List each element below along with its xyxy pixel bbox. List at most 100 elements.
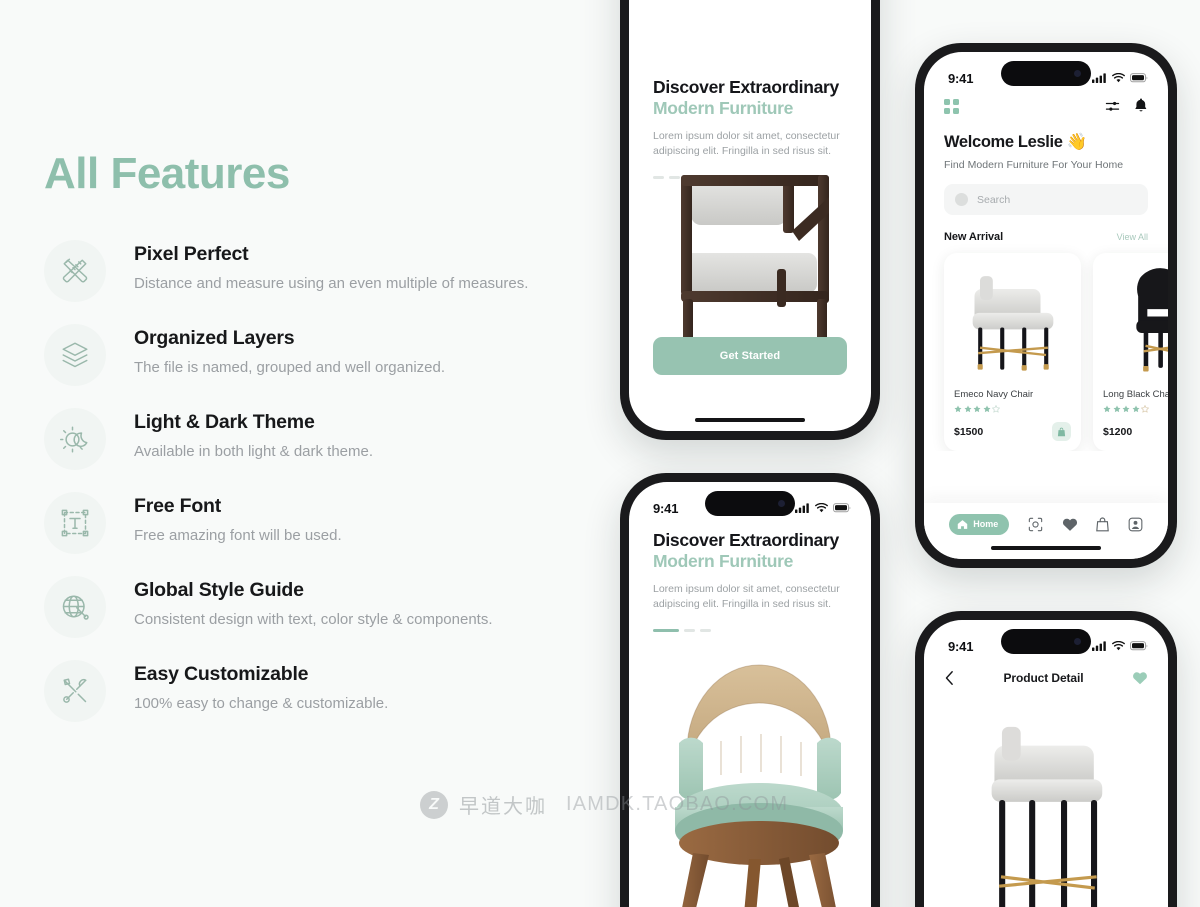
product-image-long-black-chair	[1103, 261, 1168, 381]
get-started-button[interactable]: Get Started	[653, 337, 847, 375]
phone-screen-product-detail: 9:41 Product Detail	[924, 620, 1168, 907]
home-indicator	[695, 417, 805, 422]
view-all-link[interactable]: View All	[1117, 232, 1148, 242]
heart-icon[interactable]	[1132, 671, 1148, 685]
star-filled-icon	[983, 405, 990, 413]
battery-icon	[833, 503, 851, 513]
dynamic-island	[705, 491, 795, 516]
feature-title: Global Style Guide	[134, 579, 304, 602]
heart-icon	[1062, 518, 1077, 531]
scan-icon	[1028, 517, 1043, 531]
status-time: 9:41	[653, 500, 679, 516]
status-time: 9:41	[948, 638, 974, 654]
phone-mockup-onboarding: 9:41 Discover Extraordinary Modern Furni…	[620, 0, 880, 440]
feature-title: Pixel Perfect	[134, 243, 249, 266]
tab-favorites[interactable]	[1062, 517, 1078, 532]
wifi-icon	[815, 503, 828, 513]
feature-text: Organized Layers The file is named, grou…	[134, 324, 445, 377]
status-icons	[1092, 73, 1148, 83]
feature-title: Organized Layers	[134, 327, 295, 350]
text-frame-icon	[44, 492, 106, 555]
globe-icon	[44, 576, 106, 639]
phone-screen-home: 9:41 Welcome Leslie 👋 Find Modern Furnit…	[924, 52, 1168, 559]
battery-icon	[1130, 73, 1148, 83]
home-body: Welcome Leslie 👋 Find Modern Furniture F…	[924, 52, 1168, 559]
sliders-icon[interactable]	[1105, 99, 1120, 114]
profile-icon	[1128, 517, 1143, 531]
discover-heading: Discover Extraordinary Modern Furniture	[653, 530, 847, 573]
grid-dots-icon[interactable]	[944, 98, 959, 114]
dynamic-island	[1001, 61, 1091, 86]
bell-icon[interactable]	[1134, 98, 1148, 114]
add-to-bag-button[interactable]	[1052, 422, 1071, 441]
discover-copy: Discover Extraordinary Modern Furniture …	[653, 530, 847, 633]
product-price: $1500	[954, 425, 984, 438]
star-filled-icon	[1122, 405, 1130, 413]
onboarding-heading-line2: Modern Furniture	[653, 98, 794, 119]
cellular-icon	[795, 503, 809, 513]
feature-title: Light & Dark Theme	[134, 411, 315, 434]
feature-description: Available in both light & dark theme.	[134, 442, 374, 460]
onboarding-body: Discover Extraordinary Modern Furniture …	[629, 0, 871, 431]
product-footer: $1500	[954, 422, 1071, 441]
pagination-dots[interactable]	[653, 629, 847, 633]
tab-cart[interactable]	[1096, 516, 1109, 532]
tab-home-label: Home	[973, 519, 999, 529]
onboarding-heading-line1: Discover Extraordinary	[653, 77, 839, 97]
status-icons	[1092, 641, 1148, 651]
page-title: Product Detail	[1003, 671, 1084, 685]
page-title: All Features	[44, 149, 290, 198]
feature-title: Easy Customizable	[134, 663, 309, 686]
phone-screen-onboarding: 9:41 Discover Extraordinary Modern Furni…	[629, 0, 871, 431]
feature-item-free-font: Free Font Free amazing font will be used…	[44, 492, 614, 555]
watermark-cn-text: 早道大咖	[459, 796, 547, 818]
onboarding-heading: Discover Extraordinary Modern Furniture	[653, 77, 847, 120]
status-time: 9:41	[948, 70, 974, 86]
pagination-dot[interactable]	[700, 629, 711, 633]
welcome-subtitle: Find Modern Furniture For Your Home	[944, 159, 1124, 171]
section-title: New Arrival	[944, 231, 1004, 243]
product-card[interactable]: Emeco Navy Chair $1500	[944, 253, 1081, 451]
bag-icon	[1096, 516, 1109, 531]
product-name: Emeco Navy Chair	[954, 389, 1034, 400]
new-arrival-section-header: New Arrival View All	[924, 215, 1168, 243]
star-filled-icon	[1113, 405, 1120, 413]
watermark-logo-icon: Z	[420, 790, 448, 819]
tab-profile[interactable]	[1128, 517, 1143, 532]
product-rating	[1103, 405, 1168, 413]
feature-description: Consistent design with text, color style…	[134, 610, 493, 628]
search-icon	[955, 193, 968, 206]
chevron-left-icon[interactable]	[944, 670, 955, 686]
feature-text: Easy Customizable 100% easy to change & …	[134, 660, 388, 713]
home-icon	[958, 519, 968, 529]
bag-icon	[1057, 427, 1066, 436]
welcome-title: Welcome Leslie 👋	[944, 133, 1088, 151]
product-cards-rail[interactable]: Emeco Navy Chair $1500 Long Black Cha $1…	[924, 243, 1168, 451]
feature-item-pixel-perfect: Pixel Perfect Distance and measure using…	[44, 240, 614, 303]
product-image-emeco-navy-chair	[954, 261, 1071, 381]
ruler-pencil-icon	[44, 240, 106, 303]
feature-text: Pixel Perfect Distance and measure using…	[134, 240, 528, 293]
discover-body: Discover Extraordinary Modern Furniture …	[629, 482, 871, 907]
dynamic-island	[1001, 629, 1091, 654]
feature-item-global-style-guide: Global Style Guide Consistent design wit…	[44, 576, 614, 639]
features-panel: All Features Pixel Perfect Distance and …	[44, 149, 614, 744]
feature-title: Free Font	[134, 495, 222, 518]
status-icons	[795, 503, 851, 513]
product-rating	[954, 405, 1071, 413]
search-input[interactable]: Search	[944, 184, 1148, 215]
pagination-dot-active[interactable]	[653, 629, 679, 633]
layers-icon	[44, 324, 106, 387]
feature-description: The file is named, grouped and well orga…	[134, 358, 446, 376]
phone-mockup-product-detail: 9:41 Product Detail	[915, 611, 1177, 907]
page-root: All Features Pixel Perfect Distance and …	[0, 0, 1200, 907]
star-filled-icon	[973, 405, 981, 413]
product-name: Long Black Chair	[1103, 389, 1168, 400]
product-card[interactable]: Long Black Chair $1200	[1093, 253, 1168, 451]
pagination-dot[interactable]	[684, 629, 695, 633]
feature-text: Light & Dark Theme Available in both lig…	[134, 408, 373, 461]
tab-home[interactable]: Home	[949, 513, 1010, 535]
tab-scan[interactable]	[1028, 517, 1043, 532]
cellular-icon	[1092, 641, 1106, 651]
discover-paragraph: Lorem ipsum dolor sit amet, consectetur …	[653, 582, 840, 610]
